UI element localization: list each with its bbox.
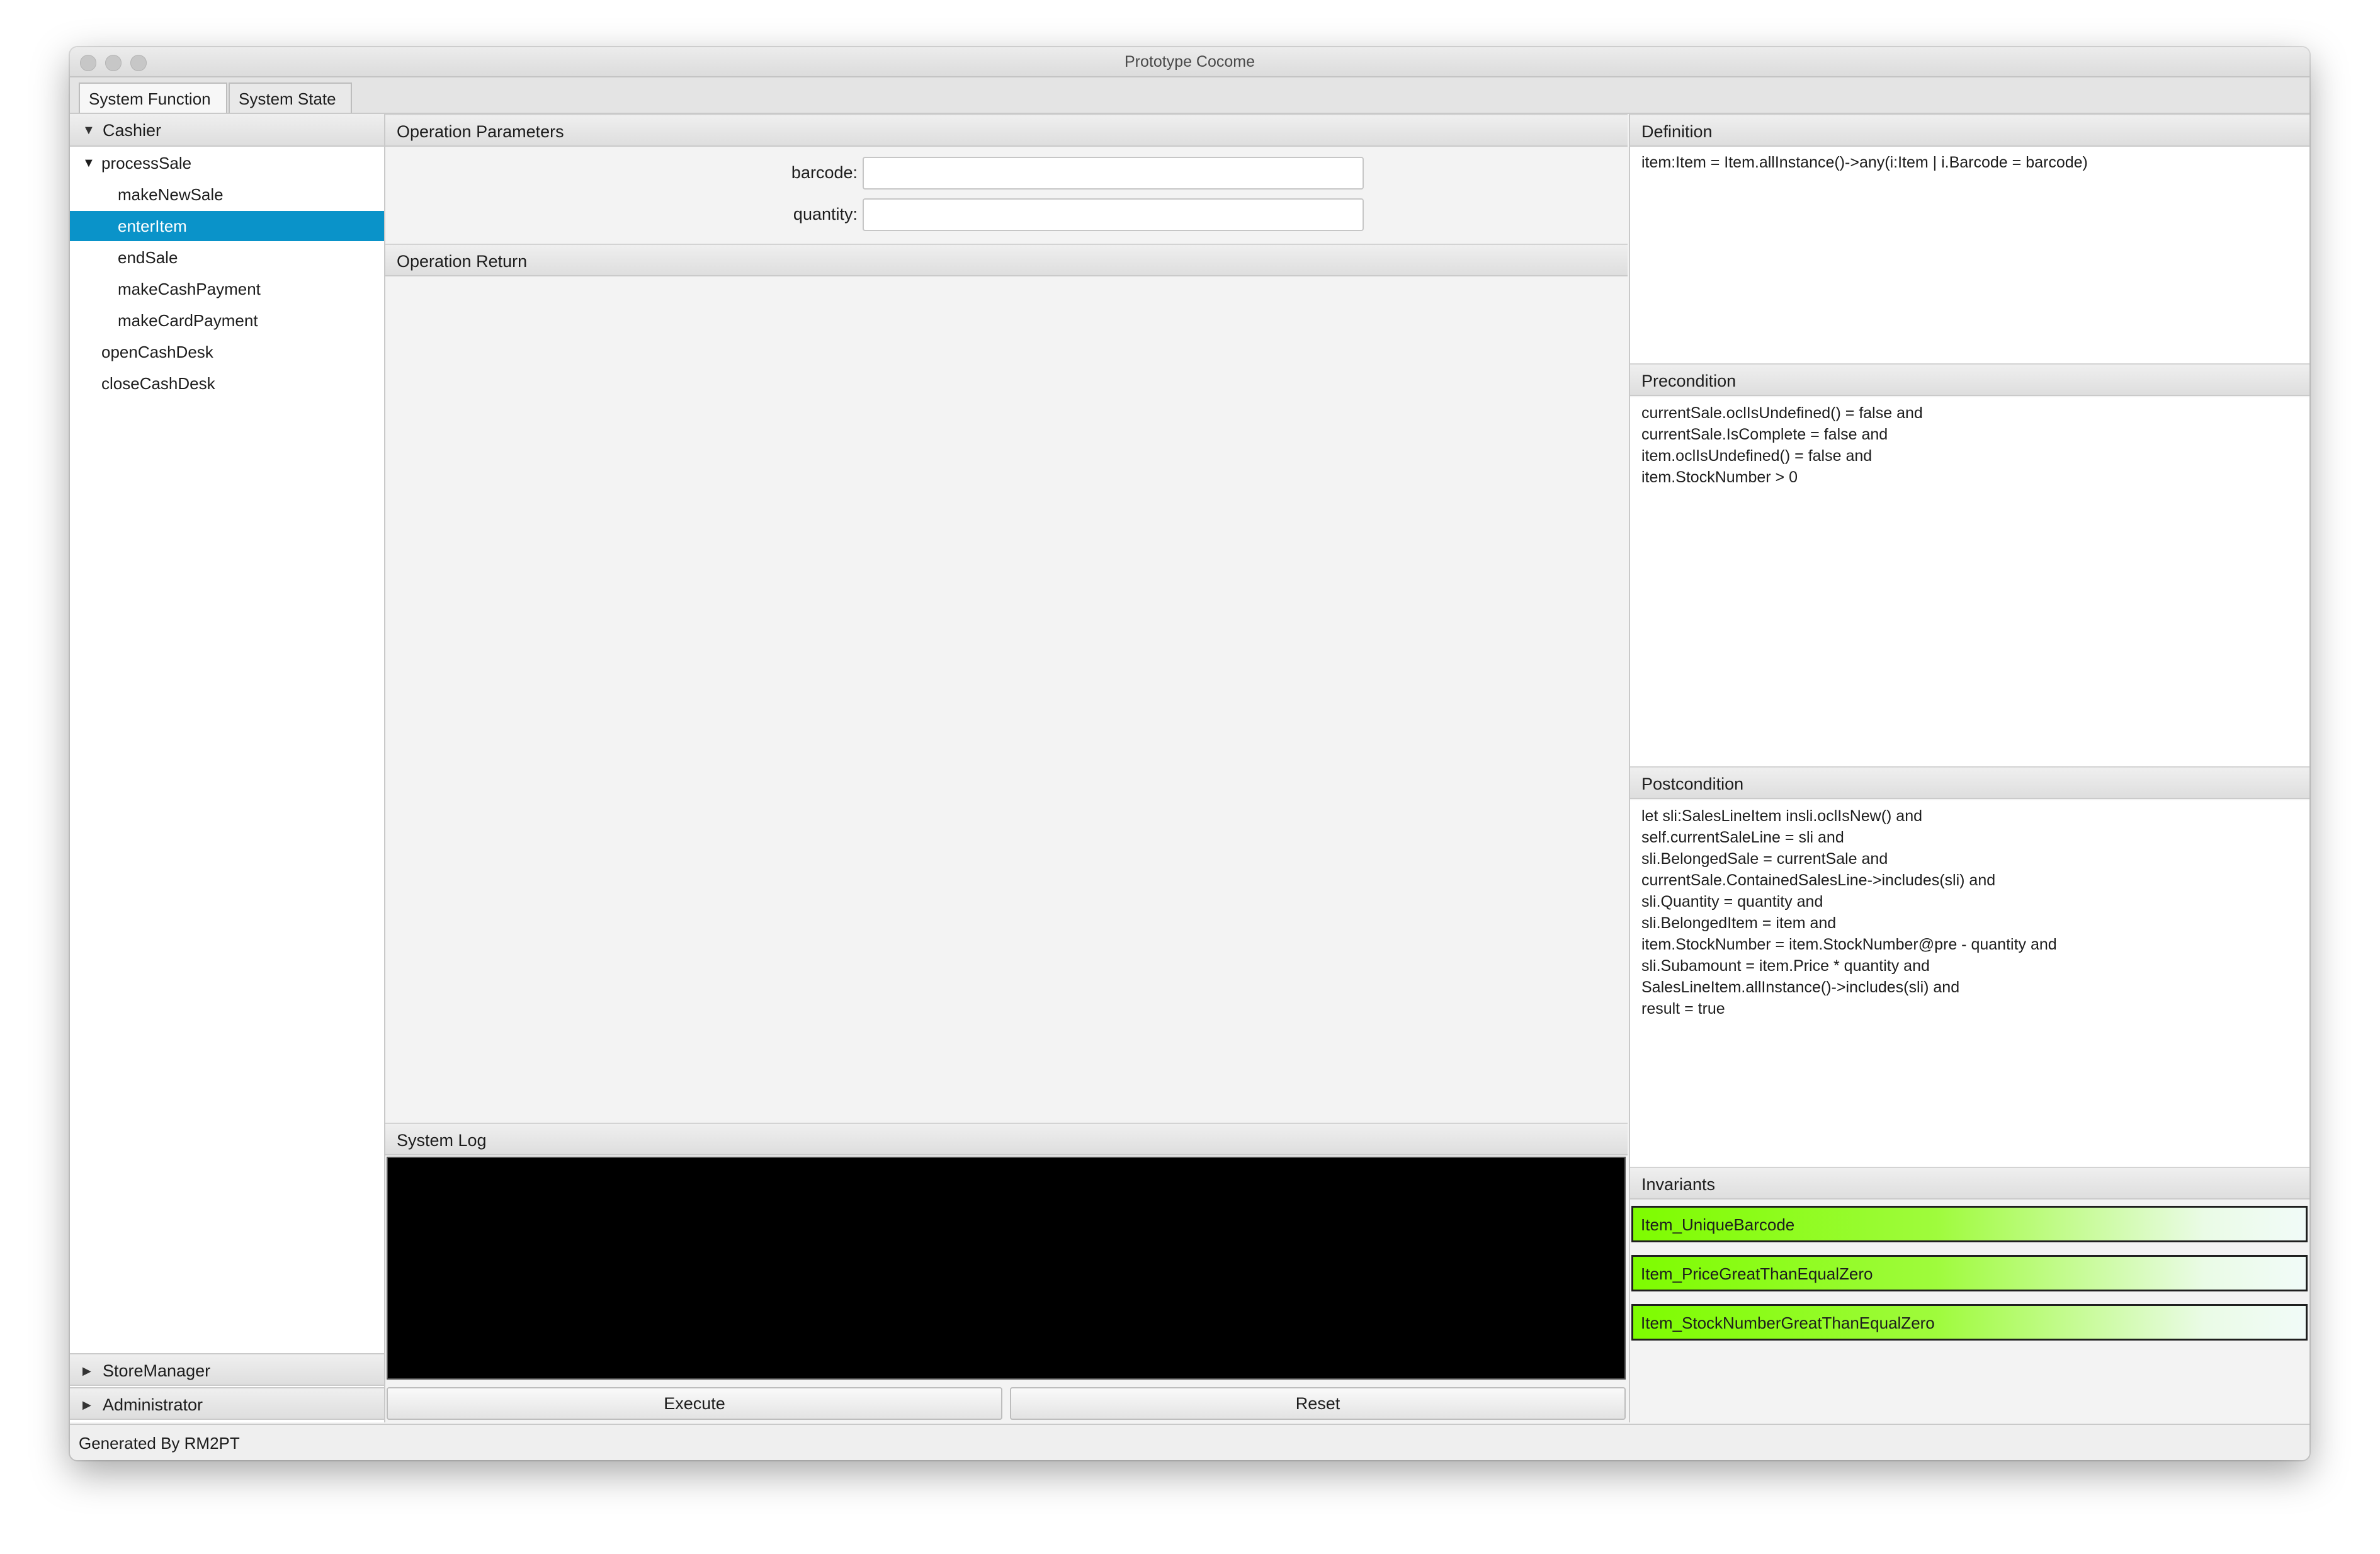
main-content: ▼ Cashier ▼ processSale makeNewSale ente… (70, 114, 2309, 1422)
triangle-down-icon[interactable]: ▼ (82, 148, 95, 178)
barcode-label: barcode: (791, 163, 858, 182)
system-log-console[interactable] (387, 1157, 1626, 1380)
tree-item-makecashpayment[interactable]: makeCashPayment (70, 274, 384, 304)
accordion-storemanager-label: StoreManager (103, 1361, 211, 1380)
tree-item-makecardpayment[interactable]: makeCardPayment (70, 305, 384, 336)
status-bar: Generated By RM2PT (70, 1424, 2309, 1460)
tree-item-endsale[interactable]: endSale (70, 242, 384, 273)
definition-text: item:Item = Item.allInstance()->any(i:It… (1630, 147, 2309, 363)
invariant-item-price: Item_PriceGreatThanEqualZero (1631, 1255, 2308, 1291)
window-title: Prototype Cocome (1124, 53, 1255, 71)
postcondition-header: Postcondition (1630, 766, 2309, 799)
operation-return-header: Operation Return (385, 244, 1628, 276)
accordion-cashier[interactable]: ▼ Cashier (70, 114, 384, 147)
tab-system-state[interactable]: System State (229, 82, 352, 113)
tree-item-processsale[interactable]: ▼ processSale (70, 148, 384, 178)
definition-header: Definition (1630, 114, 2309, 147)
operation-panel: Operation Parameters barcode: quantity: … (385, 114, 1628, 1422)
execute-button[interactable]: Execute (387, 1387, 1002, 1420)
quantity-input[interactable] (863, 198, 1364, 231)
precondition-text: currentSale.oclIsUndefined() = false and… (1630, 397, 2309, 766)
tree-item-closecashdesk[interactable]: closeCashDesk (70, 368, 384, 399)
tree-item-enteritem[interactable]: enterItem (70, 211, 384, 241)
quantity-label: quantity: (793, 205, 858, 224)
actor-tree-panel: ▼ Cashier ▼ processSale makeNewSale ente… (70, 114, 385, 1422)
postcondition-text: let sli:SalesLineItem insli.oclIsNew() a… (1630, 800, 2309, 1167)
accordion-administrator-label: Administrator (103, 1395, 203, 1414)
triangle-right-icon: ▶ (82, 1398, 91, 1411)
reset-button[interactable]: Reset (1010, 1387, 1626, 1420)
title-bar: Prototype Cocome (70, 47, 2309, 77)
precondition-header: Precondition (1630, 363, 2309, 396)
tree-item-label: processSale (101, 154, 192, 173)
accordion-cashier-label: Cashier (103, 121, 162, 140)
invariant-item-unique-barcode: Item_UniqueBarcode (1631, 1206, 2308, 1242)
barcode-input[interactable] (863, 157, 1364, 190)
app-window: Prototype Cocome System Function System … (70, 47, 2309, 1460)
invariants-header: Invariants (1630, 1167, 2309, 1200)
tree-item-makenewsale[interactable]: makeNewSale (70, 179, 384, 210)
accordion-administrator[interactable]: ▶ Administrator (70, 1387, 384, 1420)
invariant-item-stock-number: Item_StockNumberGreatThanEqualZero (1631, 1304, 2308, 1341)
system-log-header: System Log (385, 1123, 1628, 1155)
triangle-down-icon: ▼ (82, 123, 95, 137)
operation-return-area (385, 276, 1628, 1123)
operation-parameters-header: Operation Parameters (385, 114, 1628, 147)
tab-system-function[interactable]: System Function (79, 82, 227, 113)
tab-bar: System Function System State (70, 77, 2309, 114)
triangle-right-icon: ▶ (82, 1364, 91, 1377)
tree-item-opencashdesk[interactable]: openCashDesk (70, 337, 384, 367)
accordion-storemanager[interactable]: ▶ StoreManager (70, 1353, 384, 1386)
contract-panel: Definition item:Item = Item.allInstance(… (1629, 114, 2309, 1422)
